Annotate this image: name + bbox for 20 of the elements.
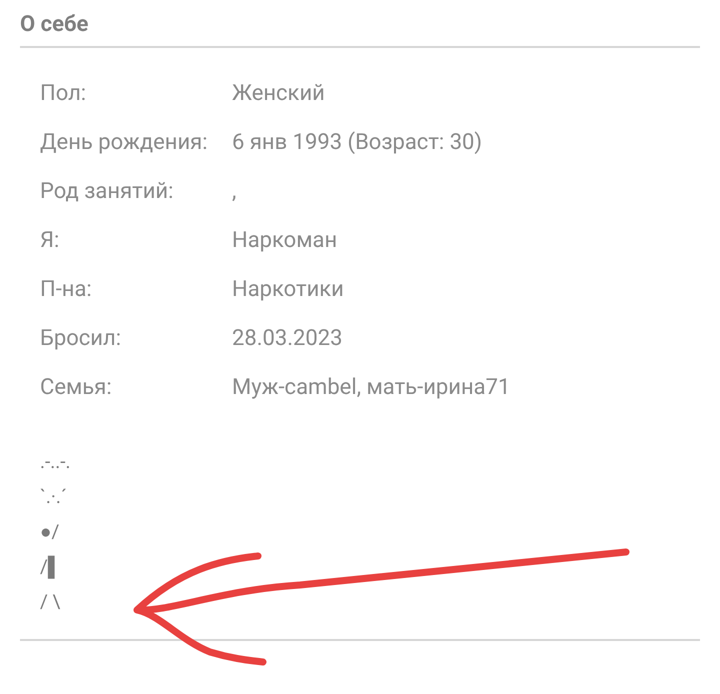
ascii-art-line: `.·.´ xyxy=(40,484,67,510)
field-value: 28.03.2023 xyxy=(232,325,343,353)
ascii-art-line: /▌ xyxy=(40,554,62,581)
ascii-art-line: / \ xyxy=(40,589,60,615)
section-title: О себе xyxy=(20,11,88,39)
field-label: Семья: xyxy=(40,374,112,402)
field-value: Женский xyxy=(232,80,325,108)
ascii-art-line: ●/ xyxy=(40,519,60,545)
field-label: День рождения: xyxy=(40,129,208,157)
field-value: Муж-cambel, мать-ирина71 xyxy=(232,374,510,402)
field-value: Наркоман xyxy=(232,227,338,255)
field-label: Я: xyxy=(40,227,60,255)
field-label: Бросил: xyxy=(40,325,122,353)
field-label: Пол: xyxy=(40,80,86,108)
field-value: 6 янв 1993 (Возраст: 30) xyxy=(232,129,482,157)
field-value: , xyxy=(232,178,236,206)
field-label: П-на: xyxy=(40,276,92,304)
field-value: Наркотики xyxy=(232,276,344,304)
ascii-art-line: .-..-. xyxy=(40,449,71,475)
field-label: Род занятий: xyxy=(40,178,174,206)
